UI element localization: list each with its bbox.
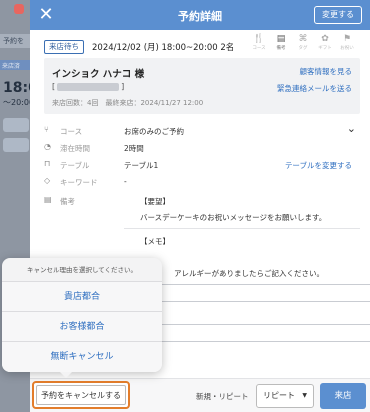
change-table-link[interactable]: テーブルを変更する <box>285 160 352 171</box>
course-row[interactable]: ⑂ コース お席のみのご予約 ⌄ <box>44 122 360 140</box>
divider <box>124 228 360 229</box>
memo-heading: 【メモ】 <box>140 237 170 246</box>
repeat-select[interactable]: リピート ▼ <box>256 384 314 408</box>
keyword-row: ◇ キーワード - <box>44 176 127 187</box>
stay-time-value: 2時間 <box>124 144 144 153</box>
redacted-phone <box>57 82 120 91</box>
change-button[interactable]: 変更する <box>314 6 362 24</box>
option-customer-reason[interactable]: お客様都合 <box>2 312 162 342</box>
reservation-summary: 来店待ち 2024/12/02 (月) 18:00~20:00 2名 🍴 コース … <box>30 30 370 58</box>
memo-icon[interactable]: ▤ 備考 <box>272 34 290 51</box>
notification-badge <box>14 4 24 14</box>
new-repeat-label: 新規・リピート <box>196 392 249 401</box>
table-row: ⊓ テーブル テーブル1 テーブルを変更する <box>44 159 352 171</box>
table-icon: ⊓ <box>44 159 51 168</box>
fork-icon[interactable]: 🍴 コース <box>250 34 268 51</box>
allergy-prompt: アレルギーがありましたらご記入ください。 <box>174 269 324 278</box>
status-badge: 来店待ち <box>44 40 84 54</box>
guest-visit-history: 来店回数：4回 最終来店：2024/11/27 12:00 <box>52 99 204 107</box>
guest-name: インショク ハナコ 様 <box>52 69 145 80</box>
popover-tail <box>60 372 72 378</box>
modal-footer: 予約をキャンセルする 新規・リピート リピート ▼ 来店 <box>30 378 370 412</box>
clock-icon: ◔ <box>44 142 51 151</box>
tag-icon: ◇ <box>44 176 51 185</box>
modal-header: ✕ 予約詳細 変更する <box>30 0 370 30</box>
flag-icon[interactable]: ⚑ お祝い <box>338 34 356 51</box>
cancel-reservation-button[interactable]: 予約をキャンセルする <box>32 381 130 409</box>
arrive-button[interactable]: 来店 <box>320 383 366 409</box>
guest-phone: [] <box>52 82 125 91</box>
keyword-value: - <box>124 177 127 186</box>
option-no-show[interactable]: 無断キャンセル <box>2 342 162 372</box>
chevron-down-icon[interactable]: ⌄ <box>347 122 356 135</box>
background-chip <box>3 138 29 152</box>
fork-icon: ⑂ <box>44 125 49 134</box>
stay-time-row: ◔ 滞在時間 2時間 <box>44 142 144 153</box>
tag-icon[interactable]: ⌘ タグ <box>294 34 312 51</box>
popover-title: キャンセル理由を選択してください。 <box>2 258 162 282</box>
reservation-datetime: 2024/12/02 (月) 18:00~20:00 2名 <box>92 43 235 53</box>
view-customer-link[interactable]: 顧客情報を見る <box>300 66 353 77</box>
notes-row: ▤ 備考 <box>44 195 75 206</box>
request-text: バースデーケーキのお祝いメッセージをお願いします。 <box>140 213 327 222</box>
send-emergency-email-link[interactable]: 緊急連絡メールを送る <box>277 83 352 94</box>
document-icon: ▤ <box>44 195 52 204</box>
background-chip <box>3 118 29 132</box>
cancel-reason-popover: キャンセル理由を選択してください。 貴店都合 お客様都合 無断キャンセル <box>2 258 162 372</box>
request-heading: 【要望】 <box>140 197 170 206</box>
option-store-reason[interactable]: 貴店都合 <box>2 282 162 312</box>
dropdown-arrow-icon: ▼ <box>302 392 307 399</box>
tool-icons: 🍴 コース ▤ 備考 ⌘ タグ ✿ ギフト ⚑ お祝い <box>250 34 370 58</box>
guest-info-box: インショク ハナコ 様 [] 来店回数：4回 最終来店：2024/11/27 1… <box>44 58 360 114</box>
gift-icon[interactable]: ✿ ギフト <box>316 34 334 51</box>
table-value: テーブル1 <box>124 161 159 170</box>
course-value: お席のみのご予約 <box>124 127 184 136</box>
